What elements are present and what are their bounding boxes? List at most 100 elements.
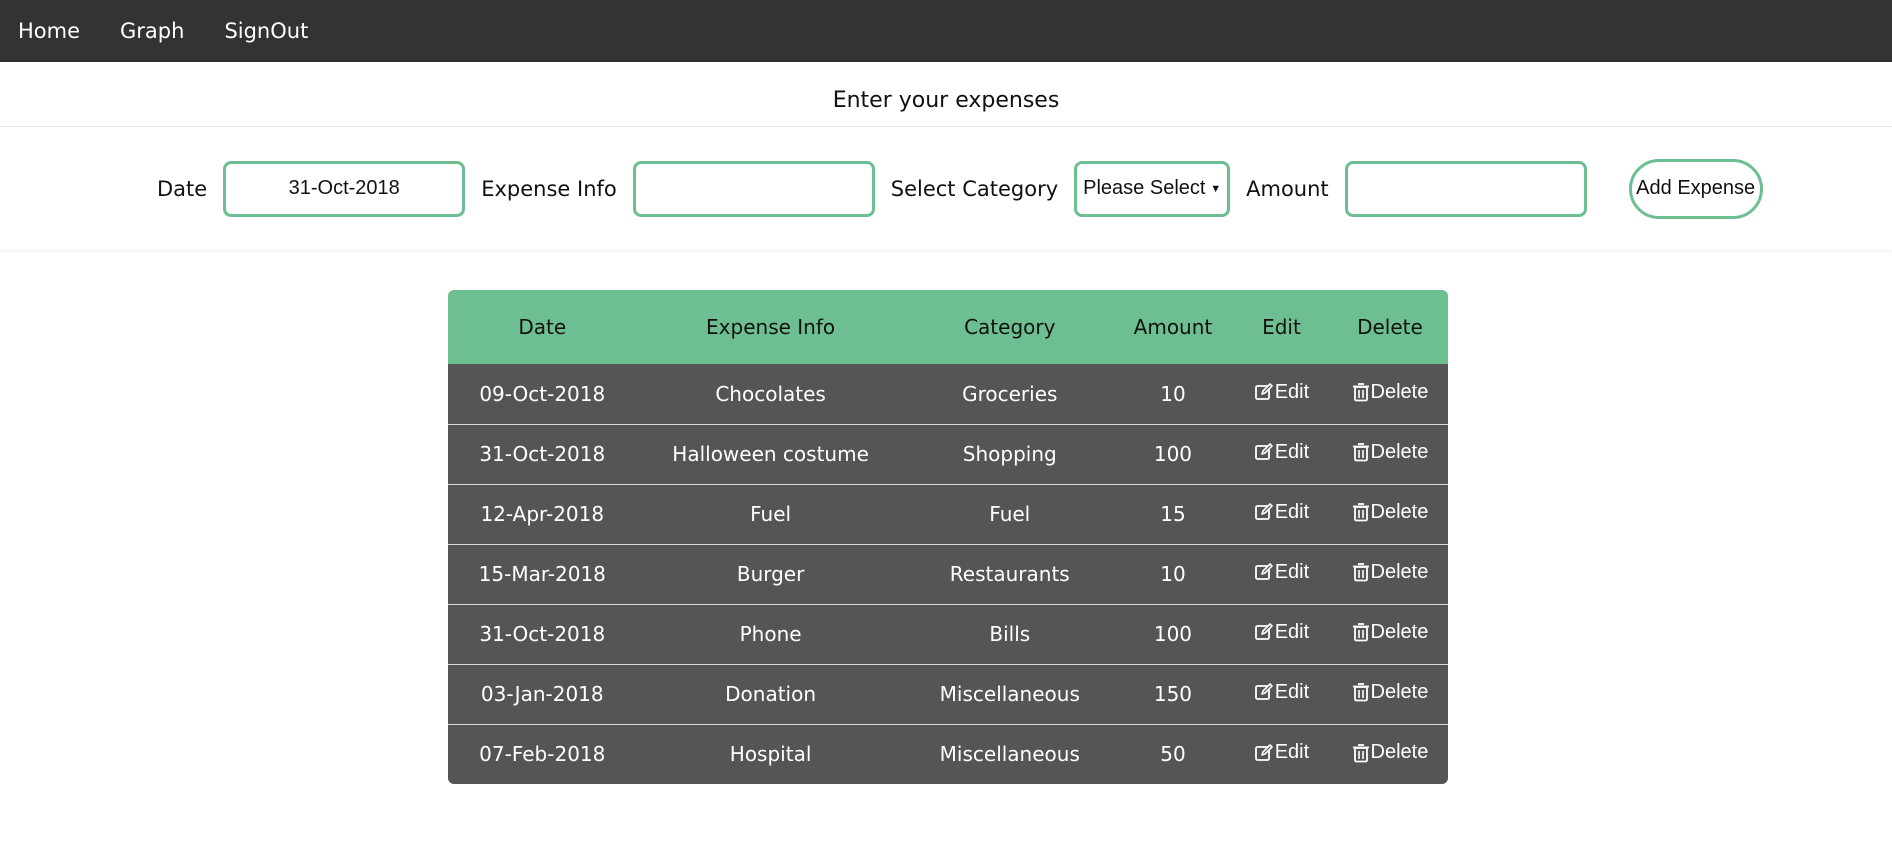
table-header-row: Date Expense Info Category Amount Edit D…	[448, 290, 1448, 364]
delete-button[interactable]: Delete	[1352, 680, 1429, 704]
delete-label: Delete	[1370, 440, 1429, 463]
cell-category: Shopping	[962, 442, 1057, 466]
nav-graph-link[interactable]: Graph	[120, 19, 184, 43]
cell-amount: 15	[1160, 502, 1186, 526]
cell-date: 31-Oct-2018	[479, 442, 606, 466]
header-edit: Edit	[1262, 315, 1301, 339]
edit-button[interactable]: Edit	[1254, 741, 1309, 764]
header-expense-info: Expense Info	[706, 315, 836, 339]
cell-amount: 10	[1160, 381, 1186, 406]
cell-category: Miscellaneous	[939, 682, 1080, 706]
cell-delete: Delete	[1332, 724, 1448, 784]
expense-table: Date Expense Info Category Amount Edit D…	[448, 290, 1448, 784]
header-category: Category	[964, 315, 1056, 339]
table-row: 31-Oct-2018 Halloween costume Shopping 100 E…	[448, 424, 1448, 484]
table-row: 03-Jan-2018 Donation Miscellaneous 150 Edit D…	[448, 664, 1448, 724]
trash-icon	[1352, 563, 1369, 582]
cell-expense-info: Fuel	[750, 502, 792, 526]
cell-expense-info: Halloween costume	[672, 442, 869, 466]
amount-label: Amount	[1246, 176, 1329, 201]
cell-category: Bills	[989, 622, 1031, 646]
cell-edit: Edit	[1231, 364, 1332, 424]
edit-button[interactable]: Edit	[1254, 441, 1309, 464]
edit-button[interactable]: Edit	[1254, 681, 1309, 704]
cell-date: 07-Feb-2018	[479, 742, 606, 767]
nav-home-link[interactable]: Home	[18, 19, 80, 43]
delete-button[interactable]: Delete	[1352, 620, 1429, 644]
expense-info-input[interactable]	[632, 160, 875, 217]
edit-label: Edit	[1274, 680, 1310, 703]
delete-label: Delete	[1370, 620, 1429, 643]
delete-button[interactable]: Delete	[1352, 440, 1429, 464]
cell-edit: Edit	[1231, 544, 1332, 604]
trash-icon	[1352, 683, 1369, 702]
nav-signout-link[interactable]: SignOut	[224, 19, 308, 43]
edit-button[interactable]: Edit	[1254, 561, 1309, 584]
delete-label: Delete	[1370, 560, 1429, 583]
add-expense-button[interactable]: Add Expense	[1628, 158, 1763, 219]
header-delete: Delete	[1357, 315, 1423, 339]
trash-icon	[1352, 383, 1369, 402]
delete-button[interactable]: Delete	[1352, 500, 1429, 524]
cell-amount: 100	[1153, 442, 1193, 466]
edit-label: Edit	[1274, 620, 1310, 643]
edit-label: Edit	[1274, 440, 1310, 463]
cell-edit: Edit	[1231, 604, 1332, 664]
delete-button[interactable]: Delete	[1352, 560, 1429, 584]
delete-label: Delete	[1370, 680, 1429, 703]
cell-edit: Edit	[1231, 724, 1332, 784]
delete-label: Delete	[1370, 741, 1429, 763]
amount-input[interactable]	[1344, 160, 1587, 217]
date-input[interactable]	[223, 160, 466, 217]
cell-amount: 100	[1153, 622, 1193, 646]
page-title: Enter your expenses	[832, 88, 1060, 113]
table-row: 31-Oct-2018 Phone Bills 100 Edit Delete	[448, 604, 1448, 664]
cell-expense-info: Chocolates	[715, 381, 826, 406]
edit-icon	[1254, 623, 1273, 641]
top-navbar: Home Graph SignOut	[0, 0, 1892, 62]
cell-amount: 50	[1160, 742, 1186, 767]
edit-icon	[1254, 683, 1273, 701]
edit-icon	[1254, 383, 1273, 400]
cell-date: 12-Apr-2018	[480, 502, 605, 526]
table-row: 07-Feb-2018 Hospital Miscellaneous 50 Edit De…	[448, 724, 1448, 784]
delete-button[interactable]: Delete	[1352, 741, 1429, 764]
cell-expense-info: Hospital	[729, 742, 812, 767]
cell-date: 03-Jan-2018	[480, 682, 604, 706]
cell-expense-info: Donation	[725, 682, 817, 706]
expense-form: Date Expense Info Select Category Please…	[0, 126, 1892, 250]
edit-label: Edit	[1274, 741, 1310, 763]
expense-info-label: Expense Info	[481, 176, 617, 201]
cell-delete: Delete	[1332, 484, 1448, 544]
expense-table-container: Date Expense Info Category Amount Edit D…	[448, 290, 1448, 784]
category-label: Select Category	[890, 176, 1059, 201]
cell-expense-info: Burger	[736, 562, 805, 586]
cell-amount: 150	[1153, 682, 1193, 706]
cell-edit: Edit	[1231, 664, 1332, 724]
cell-category: Groceries	[962, 381, 1058, 406]
delete-button[interactable]: Delete	[1352, 381, 1428, 404]
edit-button[interactable]: Edit	[1254, 501, 1309, 524]
trash-icon	[1352, 503, 1369, 522]
edit-button[interactable]: Edit	[1254, 381, 1309, 404]
table-body: 09-Oct-2018 Chocolates Groceries 10 Edit Dele…	[448, 364, 1448, 784]
cell-category: Fuel	[989, 502, 1031, 526]
edit-icon	[1254, 443, 1273, 461]
header-date: Date	[518, 315, 567, 339]
edit-button[interactable]: Edit	[1254, 621, 1309, 644]
cell-delete: Delete	[1332, 664, 1448, 724]
cell-category: Restaurants	[949, 562, 1070, 586]
cell-date: 31-Oct-2018	[479, 622, 606, 646]
cell-delete: Delete	[1332, 424, 1448, 484]
trash-icon	[1352, 743, 1369, 762]
cell-expense-info: Phone	[739, 622, 802, 646]
edit-label: Edit	[1274, 380, 1310, 403]
edit-label: Edit	[1274, 500, 1310, 523]
trash-icon	[1352, 623, 1369, 642]
table-row: 15-Mar-2018 Burger Restaurants 10 Edit Delete	[448, 544, 1448, 604]
dropdown-arrow-icon: ▼	[1210, 182, 1222, 195]
edit-icon	[1254, 743, 1273, 761]
edit-label: Edit	[1274, 560, 1310, 583]
delete-label: Delete	[1370, 500, 1429, 523]
category-select[interactable]: Please Select ▼	[1074, 160, 1231, 217]
